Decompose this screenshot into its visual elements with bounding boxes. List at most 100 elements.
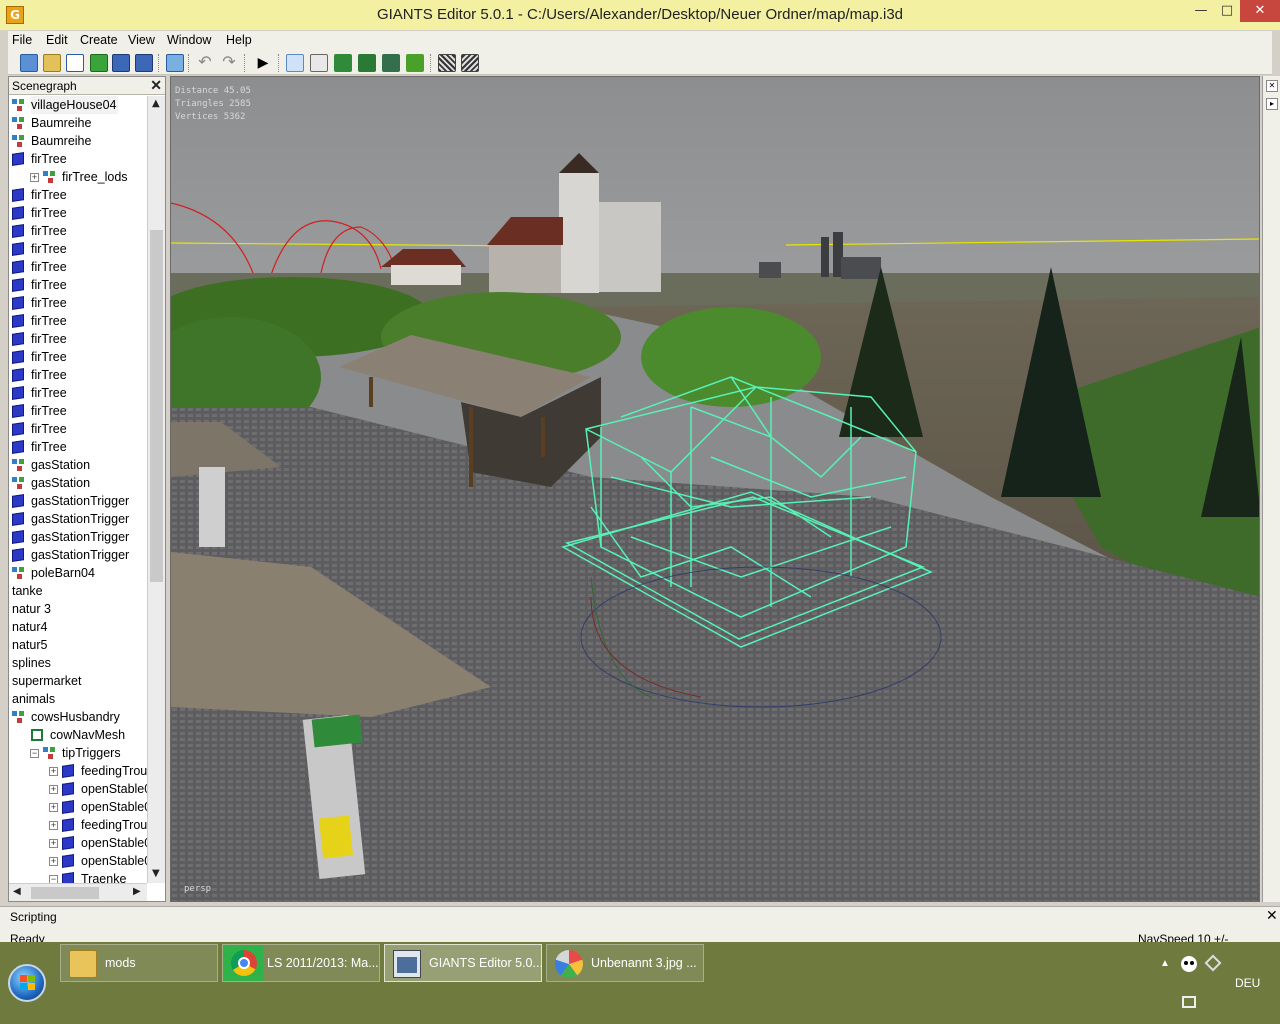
scripting-close-button[interactable]: ✕: [1266, 908, 1278, 924]
menu-edit[interactable]: Edit: [46, 33, 68, 47]
save-icon[interactable]: [112, 54, 130, 72]
scenegraph-item[interactable]: natur 3: [9, 600, 147, 618]
start-button[interactable]: [8, 964, 46, 1002]
scenegraph-item[interactable]: gasStation: [9, 474, 147, 492]
scenegraph-horizontal-scrollbar[interactable]: ◀ ▶: [9, 883, 147, 901]
scenegraph-item[interactable]: + openStable01S: [9, 852, 147, 870]
scenegraph-item[interactable]: firTree: [9, 222, 147, 240]
foliage-icon[interactable]: [406, 54, 424, 72]
scenegraph-item[interactable]: firTree: [9, 366, 147, 384]
scenegraph-item[interactable]: firTree: [9, 204, 147, 222]
scenegraph-item[interactable]: firTree: [9, 348, 147, 366]
import-icon[interactable]: [166, 54, 184, 72]
new-icon[interactable]: [20, 54, 38, 72]
taskbar-item-chrome[interactable]: LS 2011/2013: Ma...: [222, 944, 380, 982]
expand-icon[interactable]: +: [49, 857, 58, 866]
save-all-icon[interactable]: [135, 54, 153, 72]
expand-icon[interactable]: +: [49, 767, 58, 776]
foliage-paint-icon[interactable]: [382, 54, 400, 72]
scroll-down-arrow[interactable]: ▼: [152, 868, 160, 879]
scenegraph-item[interactable]: villageHouse04: [9, 96, 147, 114]
expand-icon[interactable]: +: [30, 173, 39, 182]
scenegraph-item[interactable]: cowNavMesh: [9, 726, 147, 744]
refresh-icon[interactable]: [90, 54, 108, 72]
scenegraph-item[interactable]: tanke: [9, 582, 147, 600]
scenegraph-item[interactable]: splines: [9, 654, 147, 672]
network-icon[interactable]: [1182, 996, 1196, 1008]
scenegraph-item[interactable]: supermarket: [9, 672, 147, 690]
scenegraph-item[interactable]: cowsHusbandry: [9, 708, 147, 726]
taskbar-item-giants-editor[interactable]: GIANTS Editor 5.0...: [384, 944, 543, 982]
scenegraph-item[interactable]: firTree: [9, 240, 147, 258]
close-window-button[interactable]: ✕: [1240, 0, 1280, 22]
open-icon[interactable]: [43, 54, 61, 72]
scrollbar-thumb[interactable]: [150, 230, 163, 582]
expand-icon[interactable]: +: [49, 785, 58, 794]
scrollbar-thumb[interactable]: [31, 887, 99, 899]
collapse-icon[interactable]: −: [30, 749, 39, 758]
input-language-indicator[interactable]: DEU: [1235, 976, 1260, 990]
scenegraph-item[interactable]: animals: [9, 690, 147, 708]
scenegraph-item[interactable]: firTree: [9, 186, 147, 204]
scenegraph-vertical-scrollbar[interactable]: ▲ ▼: [147, 96, 165, 883]
menu-window[interactable]: Window: [167, 33, 211, 47]
maximize-button[interactable]: □: [1212, 0, 1242, 22]
scenegraph-item[interactable]: firTree: [9, 330, 147, 348]
show-hidden-icons-arrow[interactable]: ▲: [1160, 958, 1170, 969]
dock-close-icon[interactable]: ✕: [1266, 80, 1278, 92]
scenegraph-item[interactable]: natur4: [9, 618, 147, 636]
scenegraph-item[interactable]: firTree: [9, 294, 147, 312]
snap-icon[interactable]: [461, 54, 479, 72]
scenegraph-item[interactable]: + openStable01S: [9, 798, 147, 816]
move-mode-icon[interactable]: [310, 54, 328, 72]
scenegraph-item[interactable]: + feedingTrough: [9, 762, 147, 780]
scroll-up-arrow[interactable]: ▲: [152, 98, 160, 109]
scenegraph-item[interactable]: Baumreihe: [9, 132, 147, 150]
scenegraph-item[interactable]: firTree: [9, 150, 147, 168]
scenegraph-item[interactable]: natur5: [9, 636, 147, 654]
dock-expand-icon[interactable]: ▸: [1266, 98, 1278, 110]
scenegraph-item[interactable]: poleBarn04: [9, 564, 147, 582]
scenegraph-close-button[interactable]: ✕: [150, 77, 162, 94]
menu-view[interactable]: View: [128, 33, 155, 47]
scenegraph-item[interactable]: + firTree_lods: [9, 168, 147, 186]
panda-tray-icon[interactable]: [1181, 956, 1197, 972]
menu-help[interactable]: Help: [226, 33, 252, 47]
expand-icon[interactable]: +: [49, 803, 58, 812]
select-mode-icon[interactable]: [286, 54, 304, 72]
expand-icon[interactable]: +: [49, 821, 58, 830]
scenegraph-item[interactable]: firTree: [9, 420, 147, 438]
scenegraph-tree[interactable]: villageHouse04 Baumreihe Baumreihe firTree +…: [9, 96, 147, 883]
taskbar-item-paint[interactable]: Unbenannt 3.jpg ...: [546, 944, 704, 982]
scenegraph-item[interactable]: + openStable01F: [9, 780, 147, 798]
scenegraph-item[interactable]: gasStation: [9, 456, 147, 474]
scenegraph-item[interactable]: gasStationTrigger: [9, 528, 147, 546]
terrain-sculpt-icon[interactable]: [334, 54, 352, 72]
terrain-paint-icon[interactable]: [358, 54, 376, 72]
scenegraph-item[interactable]: firTree: [9, 258, 147, 276]
scenegraph-item[interactable]: gasStationTrigger: [9, 510, 147, 528]
taskbar-item-mods[interactable]: mods: [60, 944, 218, 982]
scenegraph-item[interactable]: firTree: [9, 276, 147, 294]
tray-app-icon[interactable]: [1204, 954, 1222, 972]
scenegraph-item[interactable]: − tipTriggers: [9, 744, 147, 762]
play-icon[interactable]: ▶: [254, 54, 272, 72]
scenegraph-item[interactable]: firTree: [9, 402, 147, 420]
collapse-icon[interactable]: −: [49, 875, 58, 883]
menu-file[interactable]: File: [12, 33, 32, 47]
scenegraph-item[interactable]: firTree: [9, 384, 147, 402]
scenegraph-item[interactable]: − Traenke: [9, 870, 147, 883]
scenegraph-item[interactable]: + feedingTrough: [9, 816, 147, 834]
scenegraph-item[interactable]: gasStationTrigger: [9, 546, 147, 564]
list-icon[interactable]: [66, 54, 84, 72]
scenegraph-item[interactable]: firTree: [9, 312, 147, 330]
scenegraph-item[interactable]: + openStable01S: [9, 834, 147, 852]
undo-icon[interactable]: ↶: [196, 54, 214, 72]
redo-icon[interactable]: ↷: [220, 54, 238, 72]
3d-viewport[interactable]: Distance 45.05 Triangles 2585 Vertices 5…: [170, 76, 1260, 902]
grid-icon[interactable]: [438, 54, 456, 72]
expand-icon[interactable]: +: [49, 839, 58, 848]
scenegraph-item[interactable]: Baumreihe: [9, 114, 147, 132]
scenegraph-item[interactable]: gasStationTrigger: [9, 492, 147, 510]
menu-create[interactable]: Create: [80, 33, 118, 47]
